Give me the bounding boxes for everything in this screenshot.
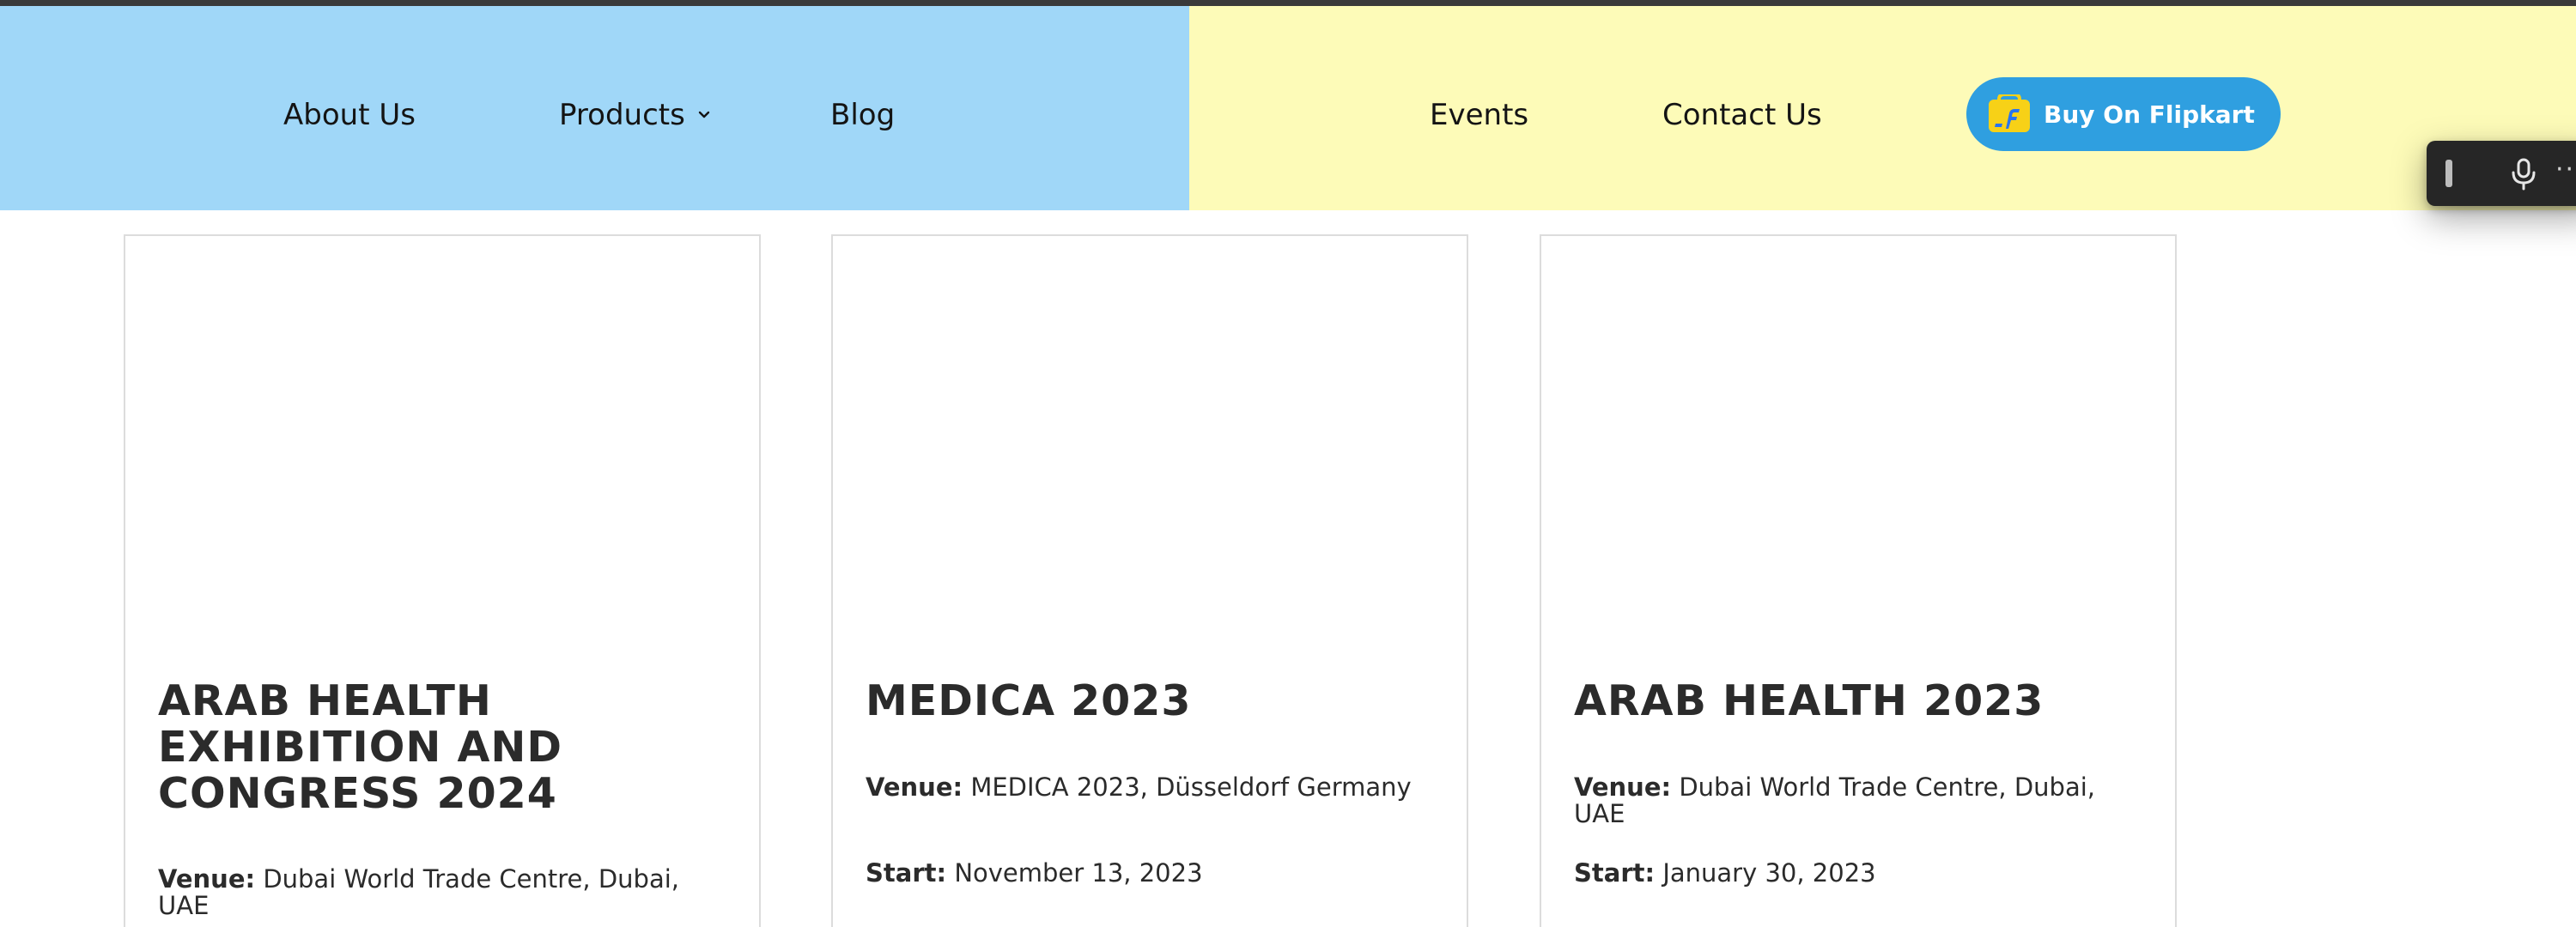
event-start-label: Start:	[866, 858, 947, 888]
more-icon[interactable]: ··	[2555, 154, 2575, 185]
nav-contact-us[interactable]: Contact Us	[1662, 93, 1822, 137]
header-right-panel	[1189, 6, 2576, 210]
event-start: Start: November 13, 2023	[866, 860, 1432, 887]
event-title: ARAB HEALTH EXHIBITION AND CONGRESS 2024	[158, 676, 563, 818]
flipkart-logo-icon	[1989, 94, 2030, 132]
event-start-value: January 30, 2023	[1662, 858, 1876, 888]
event-start: Start: January 30, 2023	[1574, 860, 2141, 887]
floating-toolbar: ··	[2427, 141, 2576, 206]
event-venue-label: Venue:	[866, 772, 963, 802]
event-venue: Venue: Dubai World Trade Centre, Dubai, …	[1574, 774, 2141, 827]
event-card[interactable]: ARAB HEALTH 2023 Venue: Dubai World Trad…	[1540, 234, 2177, 927]
event-card[interactable]: MEDICA 2023 Venue: MEDICA 2023, Düsseldo…	[831, 234, 1468, 927]
event-venue-value: MEDICA 2023, Düsseldorf Germany	[970, 772, 1412, 802]
drag-handle-icon[interactable]	[2445, 160, 2452, 187]
window-top-border	[0, 0, 2576, 6]
nav-events[interactable]: Events	[1430, 93, 1528, 137]
nav-about-us[interactable]: About Us	[283, 93, 416, 137]
nav-products[interactable]: Products	[559, 93, 713, 137]
nav-products-label: Products	[559, 98, 685, 132]
event-venue-label: Venue:	[158, 864, 256, 894]
event-start-value: November 13, 2023	[954, 858, 1203, 888]
event-start-label: Start:	[1574, 858, 1656, 888]
event-venue: Venue: Dubai World Trade Centre, Dubai, …	[158, 866, 725, 919]
event-card[interactable]: ARAB HEALTH EXHIBITION AND CONGRESS 2024…	[124, 234, 761, 927]
event-venue: Venue: MEDICA 2023, Düsseldorf Germany	[866, 774, 1432, 801]
event-title: MEDICA 2023	[866, 676, 1192, 725]
buy-on-flipkart-button[interactable]: Buy On Flipkart	[1966, 77, 2281, 151]
event-venue-label: Venue:	[1574, 772, 1672, 802]
buy-on-flipkart-label: Buy On Flipkart	[2044, 100, 2255, 129]
microphone-icon[interactable]	[2509, 158, 2538, 191]
nav-blog[interactable]: Blog	[830, 93, 895, 137]
chevron-down-icon	[698, 111, 710, 118]
event-title: ARAB HEALTH 2023	[1574, 676, 2044, 725]
page: About Us Products Blog Events Contact Us…	[0, 0, 2576, 927]
